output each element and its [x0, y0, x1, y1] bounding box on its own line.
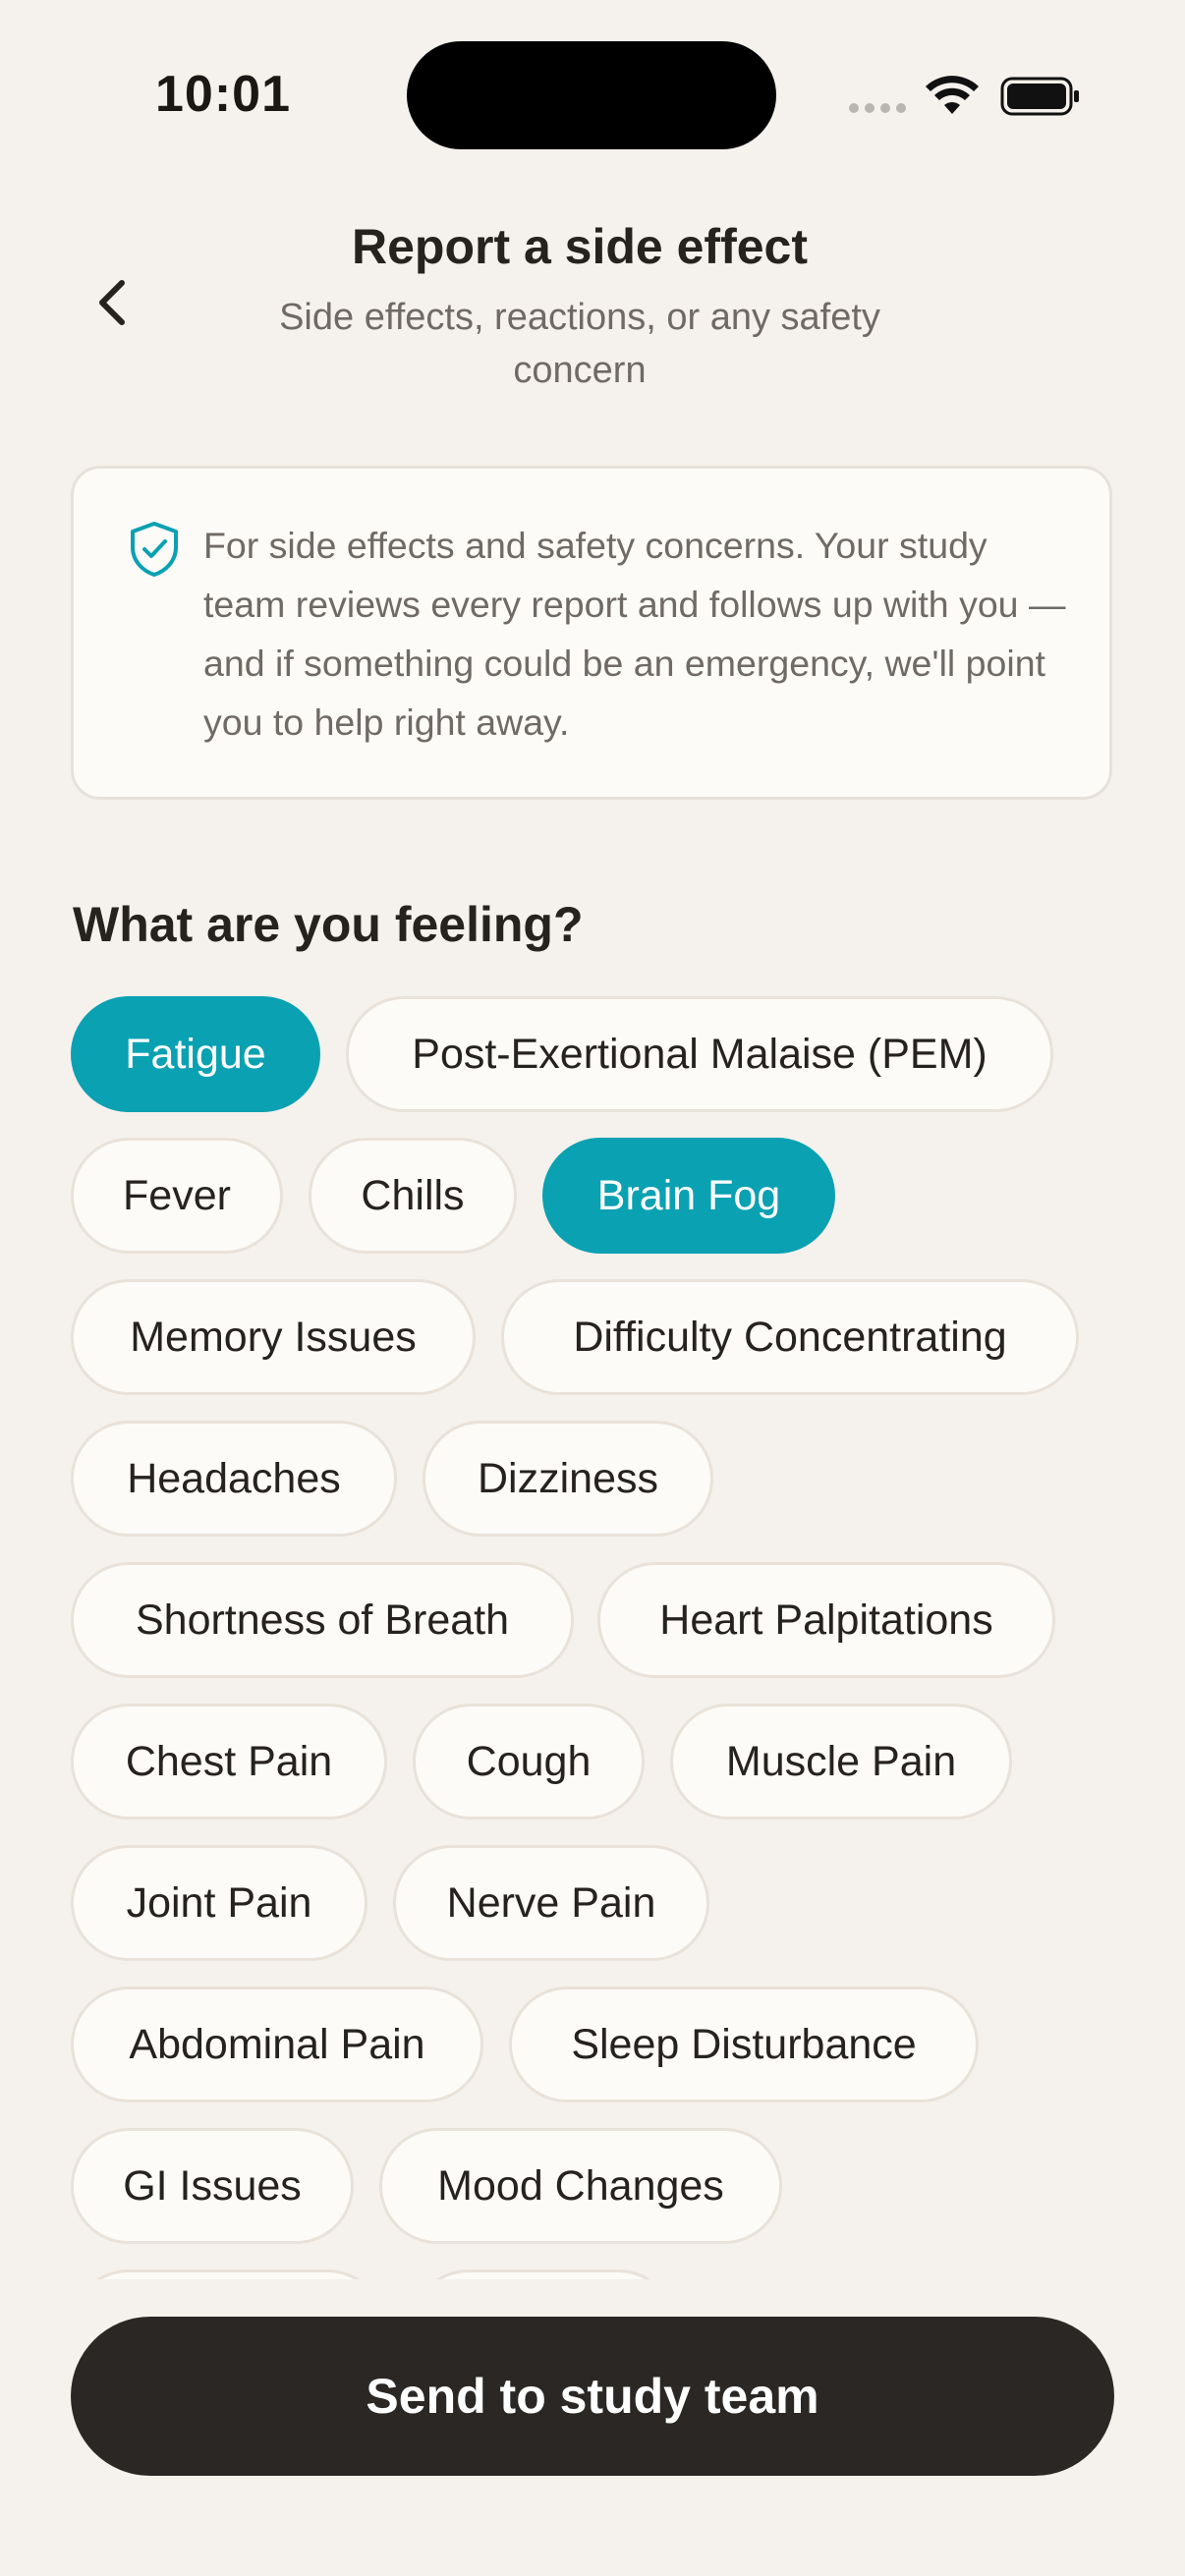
symptom-chip[interactable]: Mood Changes [379, 2128, 782, 2244]
symptom-chip[interactable]: Joint Pain [71, 1845, 367, 1961]
symptom-chip[interactable]: Shortness of Breath [71, 1562, 574, 1678]
symptom-chip[interactable]: Sleep Disturbance [509, 1987, 979, 2102]
symptom-chip-partial[interactable] [71, 2269, 385, 2279]
symptom-chip-partial[interactable] [411, 2269, 676, 2279]
symptom-chip-list: Fatigue Post-Exertional Malaise (PEM) Fe… [0, 0, 1185, 2279]
symptom-chip[interactable]: Brain Fog [542, 1138, 835, 1254]
symptom-chip[interactable]: Dizziness [423, 1421, 713, 1537]
symptom-chip[interactable]: Chills [309, 1138, 517, 1254]
send-to-study-team-button[interactable]: Send to study team [71, 2317, 1114, 2476]
symptom-chip[interactable]: Abdominal Pain [71, 1987, 483, 2102]
symptom-chip[interactable]: Muscle Pain [670, 1704, 1012, 1820]
symptom-chip[interactable]: Fever [71, 1138, 283, 1254]
symptom-chip[interactable]: Difficulty Concentrating [501, 1279, 1079, 1395]
symptom-chip[interactable]: Fatigue [71, 996, 320, 1112]
symptom-chip[interactable]: Heart Palpitations [597, 1562, 1055, 1678]
symptom-chip[interactable]: Headaches [71, 1421, 397, 1537]
symptom-chip[interactable]: GI Issues [71, 2128, 354, 2244]
symptom-chip[interactable]: Chest Pain [71, 1704, 387, 1820]
symptom-chip[interactable]: Memory Issues [71, 1279, 476, 1395]
symptom-chip[interactable]: Nerve Pain [393, 1845, 709, 1961]
symptom-chip[interactable]: Cough [413, 1704, 645, 1820]
symptom-chip[interactable]: Post-Exertional Malaise (PEM) [346, 996, 1053, 1112]
